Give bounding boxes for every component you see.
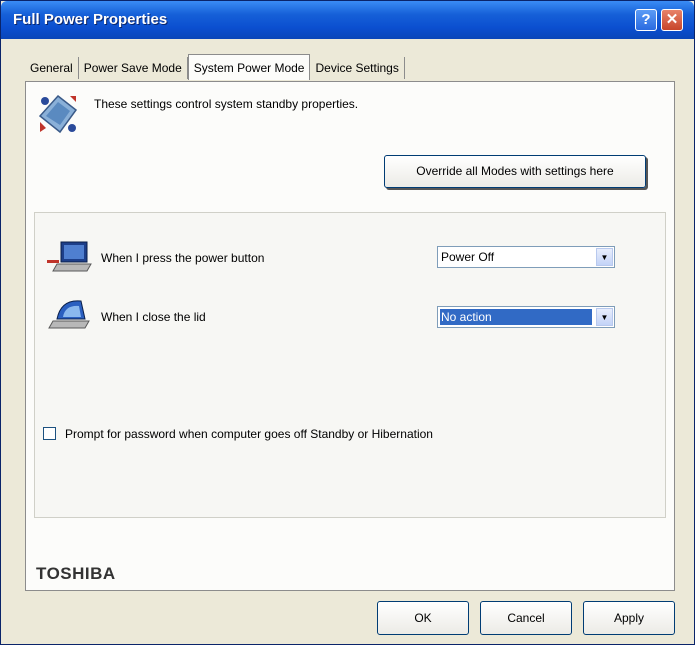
intro-text: These settings control system standby pr… [94, 97, 359, 111]
apply-button[interactable]: Apply [583, 601, 675, 635]
power-settings-icon [36, 92, 80, 136]
password-prompt-checkbox[interactable] [43, 427, 56, 440]
window-title: Full Power Properties [13, 11, 168, 28]
ok-button[interactable]: OK [377, 601, 469, 635]
tab-device-settings[interactable]: Device Settings [310, 57, 405, 79]
password-prompt-label[interactable]: Prompt for password when computer goes o… [65, 427, 433, 441]
close-button[interactable]: ✕ [661, 9, 683, 31]
tab-power-save-mode[interactable]: Power Save Mode [79, 57, 188, 79]
cancel-button[interactable]: Cancel [480, 601, 572, 635]
laptop-power-icon [47, 238, 93, 278]
power-button-action-value: Power Off [441, 250, 495, 264]
tab-panel: These settings control system standby pr… [25, 81, 675, 591]
tab-strip: General Power Save Mode System Power Mod… [25, 54, 405, 81]
properties-window: Full Power Properties ? ✕ General Power … [0, 0, 695, 645]
lid-label: When I close the lid [101, 310, 206, 324]
power-button-action-select[interactable]: Power Off ▼ [437, 246, 615, 268]
tab-general[interactable]: General [25, 57, 79, 79]
lid-action-value: No action [440, 309, 592, 325]
chevron-down-icon[interactable]: ▼ [596, 308, 613, 326]
toshiba-logo: TOSHIBA [36, 564, 116, 583]
title-bar[interactable]: Full Power Properties ? ✕ [1, 1, 694, 39]
laptop-lid-icon [47, 295, 93, 335]
override-all-modes-button[interactable]: Override all Modes with settings here [384, 155, 646, 188]
settings-group: When I press the power button Power Off … [34, 212, 666, 518]
lid-action-select[interactable]: No action ▼ [437, 306, 615, 328]
help-button[interactable]: ? [635, 9, 657, 31]
power-button-label: When I press the power button [101, 251, 265, 265]
chevron-down-icon[interactable]: ▼ [596, 248, 613, 266]
tab-system-power-mode[interactable]: System Power Mode [187, 54, 311, 80]
